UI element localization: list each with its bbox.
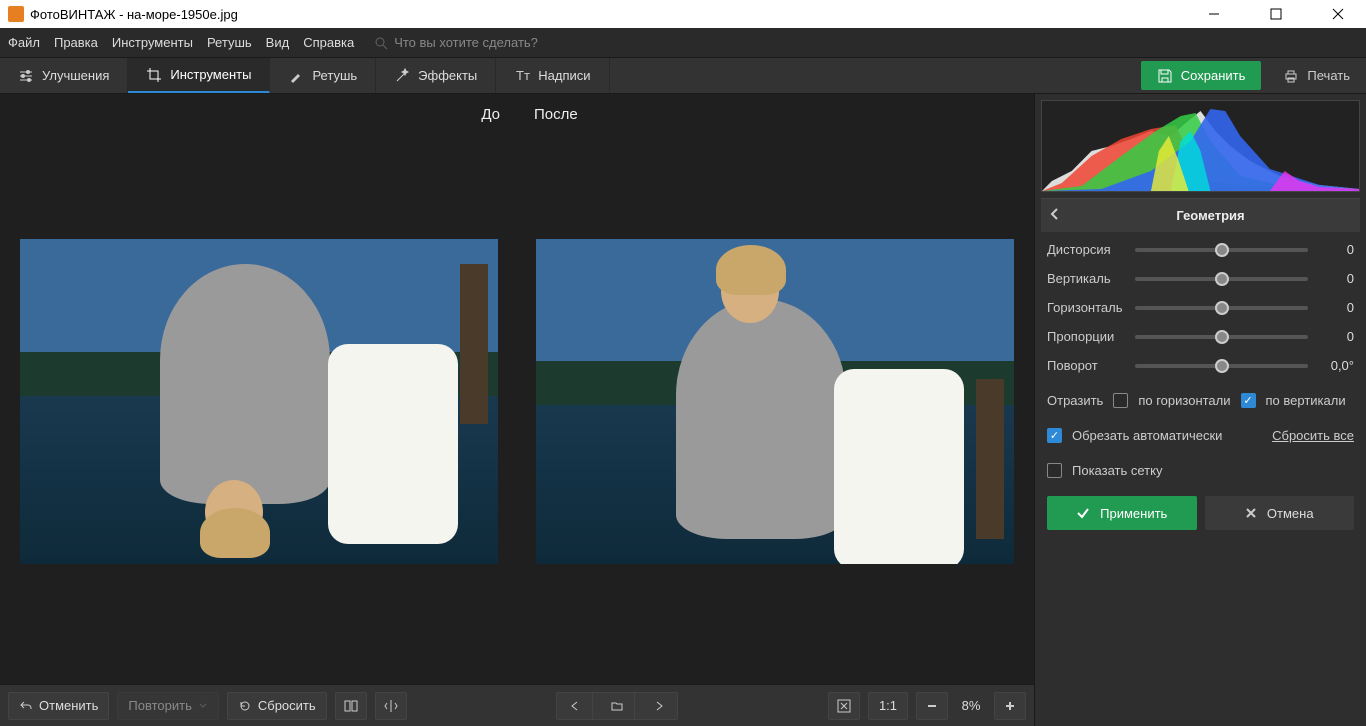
chevron-left-icon bbox=[1049, 208, 1061, 220]
tab-tools[interactable]: Инструменты bbox=[128, 58, 270, 93]
toolbar: Улучшения Инструменты Ретушь Эффекты Tт … bbox=[0, 58, 1366, 94]
print-icon bbox=[1283, 68, 1299, 84]
right-panel: Геометрия Дисторсия0 Вертикаль0 Горизонт… bbox=[1034, 94, 1366, 726]
crop-icon bbox=[146, 67, 162, 83]
chevron-left-icon bbox=[570, 701, 580, 711]
titlebar: ФотоВИНТАЖ - на-море-1950e.jpg bbox=[0, 0, 1366, 28]
plus-icon bbox=[1004, 700, 1016, 712]
slider-proportions[interactable]: Пропорции0 bbox=[1047, 329, 1354, 344]
chevron-down-icon bbox=[198, 701, 208, 711]
zoom-value: 8% bbox=[956, 698, 986, 713]
cancel-button[interactable]: Отмена bbox=[1205, 496, 1355, 530]
reset-button[interactable]: Сбросить bbox=[227, 692, 327, 720]
bottombar: Отменить Повторить Сбросить 1:1 8% bbox=[0, 684, 1034, 726]
sliders-icon bbox=[18, 68, 34, 84]
brush-icon bbox=[288, 68, 304, 84]
back-button[interactable] bbox=[1049, 208, 1069, 223]
next-file-button[interactable] bbox=[641, 693, 677, 719]
flip-h-label: по горизонтали bbox=[1138, 393, 1230, 408]
histogram[interactable] bbox=[1041, 100, 1360, 192]
slider-rotation[interactable]: Поворот0,0° bbox=[1047, 358, 1354, 373]
maximize-button[interactable] bbox=[1256, 0, 1296, 28]
chevron-right-icon bbox=[654, 701, 664, 711]
menu-view[interactable]: Вид bbox=[266, 35, 290, 50]
check-icon bbox=[1076, 506, 1090, 520]
flip-h-checkbox[interactable] bbox=[1113, 393, 1128, 408]
compare-icon bbox=[344, 699, 358, 713]
menubar: Файл Правка Инструменты Ретушь Вид Справ… bbox=[0, 28, 1366, 58]
image-after[interactable] bbox=[536, 239, 1014, 564]
zoom-out-button[interactable] bbox=[916, 692, 948, 720]
fit-icon bbox=[837, 699, 851, 713]
slider-vertical[interactable]: Вертикаль0 bbox=[1047, 271, 1354, 286]
flip-v-label: по вертикали bbox=[1266, 393, 1346, 408]
reset-all-link[interactable]: Сбросить все bbox=[1272, 428, 1354, 443]
flip-compare-button[interactable] bbox=[375, 692, 407, 720]
undo-button[interactable]: Отменить bbox=[8, 692, 109, 720]
tab-enhance[interactable]: Улучшения bbox=[0, 58, 128, 93]
pane-after: После bbox=[524, 102, 1026, 676]
svg-text:Tт: Tт bbox=[516, 68, 530, 83]
save-icon bbox=[1157, 68, 1173, 84]
tab-text[interactable]: Tт Надписи bbox=[496, 58, 609, 93]
prev-file-button[interactable] bbox=[557, 693, 593, 719]
zoom-actual-button[interactable]: 1:1 bbox=[868, 692, 908, 720]
zoom-in-button[interactable] bbox=[994, 692, 1026, 720]
panel-title: Геометрия bbox=[1069, 208, 1352, 223]
file-nav bbox=[556, 692, 678, 720]
mirror-icon bbox=[384, 699, 398, 713]
tab-retouch[interactable]: Ретушь bbox=[270, 58, 376, 93]
open-folder-button[interactable] bbox=[599, 693, 635, 719]
search-icon bbox=[374, 36, 388, 50]
search-placeholder: Что вы хотите сделать? bbox=[394, 35, 538, 50]
show-grid-label: Показать сетку bbox=[1072, 463, 1162, 478]
redo-button[interactable]: Повторить bbox=[117, 692, 218, 720]
flip-v-checkbox[interactable] bbox=[1241, 393, 1256, 408]
text-icon: Tт bbox=[514, 68, 530, 84]
menu-tools[interactable]: Инструменты bbox=[112, 35, 193, 50]
minus-icon bbox=[926, 700, 938, 712]
pane-before: До bbox=[8, 102, 510, 676]
auto-crop-label: Обрезать автоматически bbox=[1072, 428, 1222, 443]
minimize-button[interactable] bbox=[1194, 0, 1234, 28]
reset-icon bbox=[238, 699, 252, 713]
menu-file[interactable]: Файл bbox=[8, 35, 40, 50]
menu-retouch[interactable]: Ретушь bbox=[207, 35, 252, 50]
fit-screen-button[interactable] bbox=[828, 692, 860, 720]
apply-button[interactable]: Применить bbox=[1047, 496, 1197, 530]
print-button[interactable]: Печать bbox=[1267, 58, 1366, 93]
auto-crop-checkbox[interactable] bbox=[1047, 428, 1062, 443]
compare-toggle-button[interactable] bbox=[335, 692, 367, 720]
search-box[interactable]: Что вы хотите сделать? bbox=[374, 35, 538, 50]
undo-icon bbox=[19, 699, 33, 713]
sliders: Дисторсия0 Вертикаль0 Горизонталь0 Пропо… bbox=[1035, 232, 1366, 383]
before-label: До bbox=[8, 102, 510, 127]
menu-help[interactable]: Справка bbox=[303, 35, 354, 50]
tab-effects[interactable]: Эффекты bbox=[376, 58, 496, 93]
wand-icon bbox=[394, 68, 410, 84]
window-title: ФотоВИНТАЖ - на-море-1950e.jpg bbox=[30, 7, 238, 22]
slider-distortion[interactable]: Дисторсия0 bbox=[1047, 242, 1354, 257]
slider-horizontal[interactable]: Горизонталь0 bbox=[1047, 300, 1354, 315]
panel-header: Геометрия bbox=[1041, 198, 1360, 232]
image-before[interactable] bbox=[20, 239, 498, 564]
menu-edit[interactable]: Правка bbox=[54, 35, 98, 50]
folder-icon bbox=[611, 700, 623, 712]
show-grid-checkbox[interactable] bbox=[1047, 463, 1062, 478]
reflect-label: Отразить bbox=[1047, 393, 1103, 408]
after-label: После bbox=[524, 102, 1026, 127]
compare-view: До После bbox=[0, 94, 1034, 684]
save-button[interactable]: Сохранить bbox=[1141, 61, 1262, 90]
app-icon bbox=[8, 6, 24, 22]
close-icon bbox=[1245, 507, 1257, 519]
close-button[interactable] bbox=[1318, 0, 1358, 28]
